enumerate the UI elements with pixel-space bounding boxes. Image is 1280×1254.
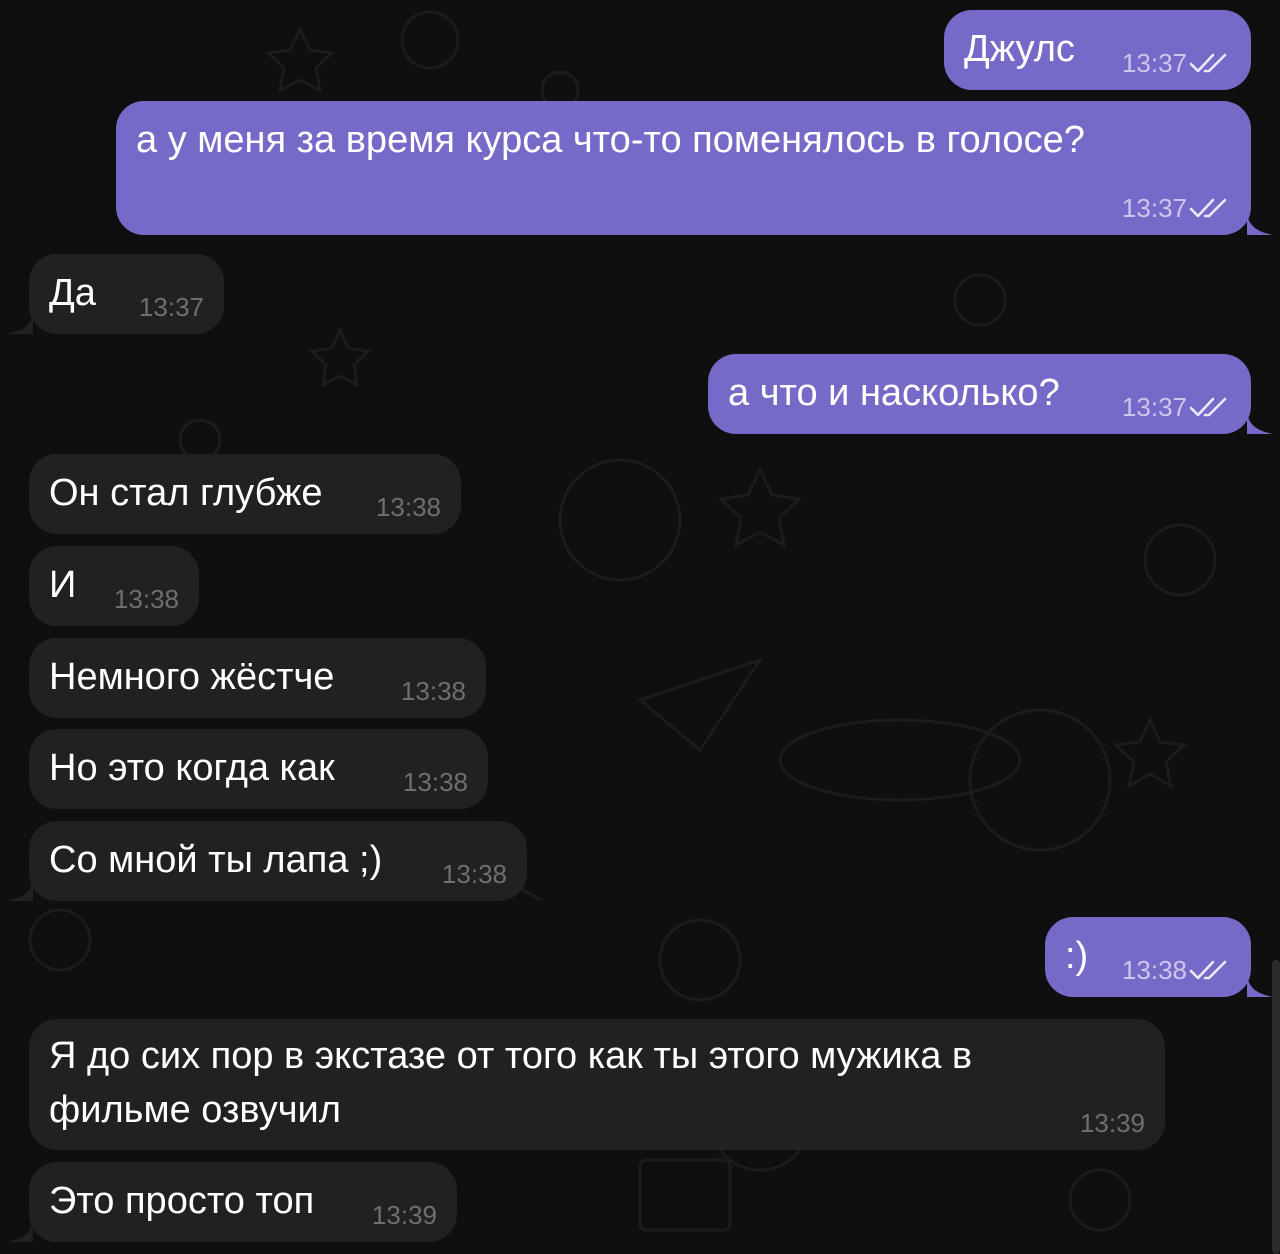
double-check-icon	[1189, 53, 1227, 73]
message-time: 13:37	[1121, 392, 1187, 422]
bubble-tail	[7, 1216, 33, 1242]
message-meta: 13:37	[1122, 193, 1231, 223]
message-text: Это просто топ	[49, 1180, 315, 1222]
message-incoming[interactable]: Но это когда как 13:38	[29, 729, 488, 809]
message-incoming[interactable]: Я до сих пор в экстазе от того как ты эт…	[29, 1019, 1165, 1150]
message-incoming[interactable]: И 13:38	[29, 546, 199, 626]
message-outgoing[interactable]: Джулс 13:37	[944, 10, 1251, 90]
message-time: 13:38	[441, 859, 507, 889]
message-incoming[interactable]: Это просто топ 13:39	[7, 1162, 457, 1242]
double-check-icon	[1189, 198, 1227, 218]
message-meta: 13:38	[376, 492, 441, 522]
message-incoming[interactable]: Он стал глубже 13:38	[29, 454, 461, 534]
message-meta: 13:38	[1122, 955, 1231, 985]
message-time: 13:38	[1121, 955, 1187, 985]
message-text: Со мной ты лапа ;)	[49, 839, 383, 881]
chat-area: Джулс 13:37 а у меня за время курса что-…	[0, 0, 1280, 1254]
bubble-tail	[1247, 209, 1273, 235]
message-meta: 13:37	[1122, 392, 1231, 422]
message-meta: 13:39	[372, 1200, 437, 1230]
message-text: Он стал глубже	[49, 472, 323, 514]
message-time: 13:38	[375, 492, 441, 522]
message-text: И	[49, 564, 77, 606]
message-text: :)	[1065, 935, 1089, 977]
bubble-tail	[7, 308, 33, 334]
double-check-icon	[1189, 397, 1227, 417]
message-text: а у меня за время курса что-то поменялос…	[136, 119, 1085, 161]
message-text: Да	[49, 272, 96, 314]
message-outgoing[interactable]: :) 13:38	[1045, 917, 1273, 997]
message-outgoing[interactable]: а у меня за время курса что-то поменялос…	[116, 101, 1273, 235]
scrollbar[interactable]	[1272, 960, 1280, 1254]
message-meta: 13:38	[114, 584, 179, 614]
message-text: Я до сих пор в экстазе от того как ты эт…	[49, 1035, 973, 1131]
message-time: 13:39	[371, 1200, 437, 1230]
bubble-tail	[1247, 971, 1273, 997]
message-meta: 13:37	[1122, 48, 1231, 78]
message-time: 13:37	[1121, 193, 1187, 223]
message-text: а что и насколько?	[728, 372, 1060, 414]
message-time: 13:39	[1079, 1108, 1145, 1138]
message-text: Но это когда как	[49, 747, 335, 789]
message-meta: 13:38	[401, 676, 466, 706]
message-incoming[interactable]: Со мной ты лапа ;) 13:38	[7, 821, 527, 901]
bubble-tail	[7, 875, 33, 901]
message-text: Джулс	[964, 28, 1075, 70]
message-meta: 13:37	[139, 292, 204, 322]
message-text: Немного жёстче	[49, 656, 335, 698]
bubble-tail	[1247, 408, 1273, 434]
message-time: 13:38	[113, 584, 179, 614]
message-time: 13:37	[1121, 48, 1187, 78]
message-incoming[interactable]: Да 13:37	[7, 254, 224, 334]
message-meta: 13:38	[442, 859, 507, 889]
message-time: 13:38	[402, 767, 468, 797]
double-check-icon	[1189, 960, 1227, 980]
message-incoming[interactable]: Немного жёстче 13:38	[29, 638, 486, 718]
message-meta: 13:38	[403, 767, 468, 797]
message-meta: 13:39	[1080, 1108, 1145, 1138]
message-time: 13:38	[400, 676, 466, 706]
message-outgoing[interactable]: а что и насколько? 13:37	[708, 354, 1273, 434]
message-time: 13:37	[138, 292, 204, 322]
